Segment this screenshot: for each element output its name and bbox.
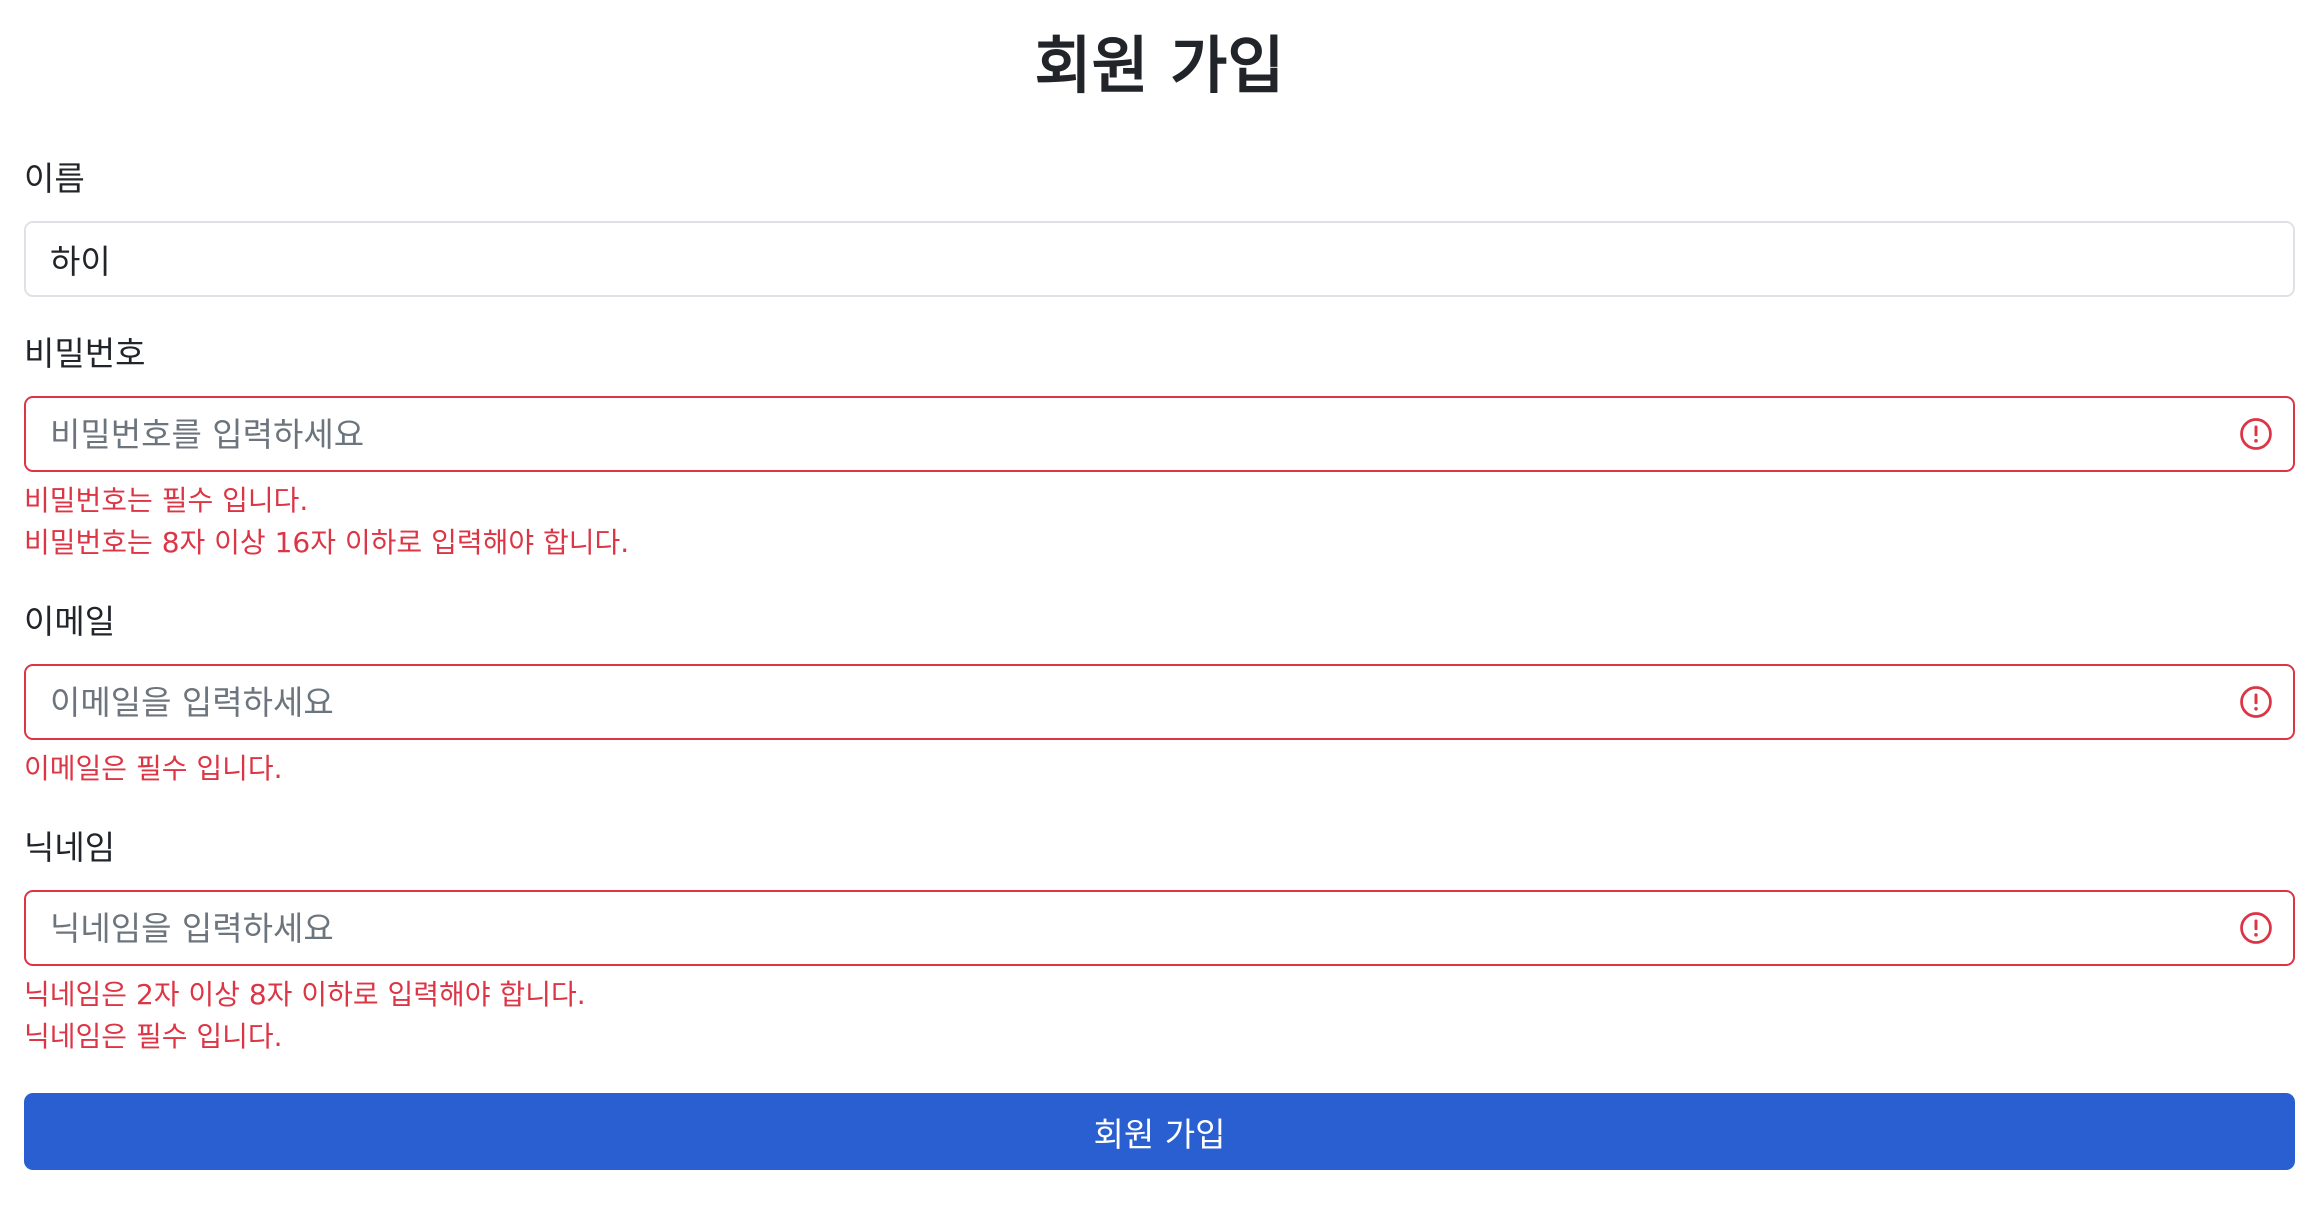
signup-page: 회원 가입 이름 비밀번호 비밀번호는 필수 입니다. 비밀번호는 8자 이상 … — [0, 0, 2312, 1222]
email-error-icon — [2240, 686, 2272, 718]
email-input[interactable] — [24, 664, 2295, 740]
password-label: 비밀번호 — [24, 334, 146, 373]
signup-submit-button[interactable]: 회원 가입 — [24, 1093, 2295, 1170]
name-label: 이름 — [24, 159, 85, 198]
password-error-length: 비밀번호는 8자 이상 16자 이하로 입력해야 합니다. — [24, 526, 630, 559]
password-error-icon — [2240, 418, 2272, 450]
nickname-error-icon — [2240, 912, 2272, 944]
name-input[interactable] — [24, 221, 2295, 297]
nickname-error-length: 닉네임은 2자 이상 8자 이하로 입력해야 합니다. — [24, 978, 586, 1011]
email-error-required: 이메일은 필수 입니다. — [24, 752, 283, 785]
nickname-error-required: 닉네임은 필수 입니다. — [24, 1020, 283, 1053]
nickname-label: 닉네임 — [24, 828, 116, 867]
nickname-input[interactable] — [24, 890, 2295, 966]
password-input[interactable] — [24, 396, 2295, 472]
page-title: 회원 가입 — [1034, 29, 1285, 102]
password-error-required: 비밀번호는 필수 입니다. — [24, 484, 309, 517]
email-label: 이메일 — [24, 602, 116, 641]
